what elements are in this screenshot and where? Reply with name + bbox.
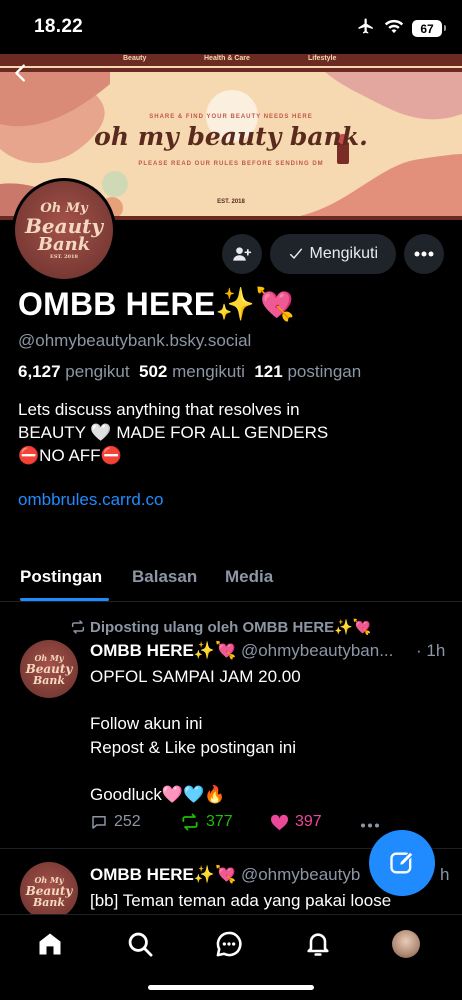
post-author-handle[interactable]: @ohmybeautyb (241, 865, 360, 884)
nav-chat[interactable] (214, 929, 244, 959)
add-user-icon (232, 247, 251, 261)
airplane-icon (356, 17, 376, 40)
tab-media[interactable]: Media (225, 567, 273, 587)
like-count: 397 (295, 813, 322, 830)
avatar-line2: Beauty (25, 661, 73, 676)
home-icon (39, 933, 61, 955)
nav-search[interactable] (125, 929, 155, 959)
active-tab-indicator (20, 598, 109, 601)
following-button[interactable]: Mengikuti (269, 234, 396, 274)
nav-home[interactable] (35, 929, 65, 959)
home-indicator (148, 985, 314, 990)
post-text: OPFOL SAMPAI JAM 20.00 Follow akun ini R… (90, 667, 301, 804)
tab-replies[interactable]: Balasan (132, 567, 197, 587)
repost-label: Diposting ulang oleh OMBB HERE✨💘 (90, 619, 372, 636)
repost-icon (182, 813, 198, 831)
avatar-line2: Beauty (25, 883, 73, 898)
posts-count: 121 (254, 362, 283, 381)
profile-handle[interactable]: @ohmybeautybank.bsky.social (18, 331, 251, 351)
back-button[interactable] (10, 62, 32, 84)
post-header: OMBB HERE✨💘 @ohmybeautyb h (90, 865, 449, 885)
avatar-line4: EST. 2018 (50, 253, 78, 260)
post-actions: 252 377 397 (90, 813, 390, 837)
bio-line: BEAUTY 🤍 MADE FOR ALL GENDERS (18, 423, 329, 442)
repost-count: 377 (206, 813, 233, 830)
more-icon (361, 823, 379, 828)
feed-post[interactable]: Diposting ulang oleh OMBB HERE✨💘 Oh My B… (0, 618, 462, 848)
post-time: h (440, 865, 450, 884)
profile-name: OMBB HERE✨💘 (18, 286, 296, 322)
profile-stats: 6,127 pengikut 502 mengikuti 121 posting… (18, 362, 361, 382)
post-author-name[interactable]: OMBB HERE✨💘 (90, 641, 236, 660)
like-icon (270, 814, 289, 830)
repost-icon (71, 620, 85, 634)
wifi-icon (384, 18, 404, 39)
back-icon (15, 64, 25, 82)
following-count: 502 (139, 362, 168, 381)
repost-indicator[interactable]: Diposting ulang oleh OMBB HERE✨💘 (70, 618, 372, 636)
post-author-avatar[interactable]: Oh My Beauty Bank (20, 862, 78, 914)
battery-icon: 67 (412, 20, 446, 37)
following-stat-label: mengikuti (172, 362, 245, 381)
posts-stat: 121 postingan (254, 362, 361, 381)
reply-icon (92, 816, 106, 829)
avatar-line3: Bank (32, 895, 66, 909)
following-stat[interactable]: 502 mengikuti (139, 362, 245, 381)
like-button[interactable]: 397 (270, 813, 322, 831)
profile-actions: Mengikuti (221, 234, 444, 274)
bio-line: ⛔NO AFF⛔ (18, 446, 122, 465)
profile-avatar[interactable]: Oh My Beauty Bank EST. 2018 (12, 178, 116, 282)
nav-notifications[interactable] (303, 929, 333, 959)
post-author-name[interactable]: OMBB HERE✨💘 (90, 865, 236, 884)
tab-posts[interactable]: Postingan (20, 567, 102, 587)
check-icon (289, 248, 302, 259)
add-user-button[interactable] (221, 234, 262, 274)
bell-icon (307, 933, 329, 956)
post-time: · 1h (416, 641, 446, 660)
more-icon (414, 251, 434, 257)
avatar-line1: Oh My (34, 874, 64, 885)
post-more-button[interactable] (360, 823, 380, 828)
banner-title: oh my beauty bank. (94, 122, 368, 151)
followers-count: 6,127 (18, 362, 61, 381)
nav-profile[interactable] (391, 929, 421, 959)
reply-button[interactable]: 252 (90, 813, 141, 831)
avatar-line3: Bank (37, 233, 91, 255)
profile-link[interactable]: ombbrules.carrd.co (18, 490, 164, 510)
avatar-line1: Oh My (34, 652, 64, 663)
followers-label: pengikut (65, 362, 130, 381)
avatar-line3: Bank (32, 673, 66, 687)
status-bar: 18.22 67 (0, 0, 462, 54)
profile-tabs: Postingan Balasan Media (0, 560, 462, 602)
compose-icon (390, 851, 414, 874)
posts-label: postingan (287, 362, 362, 381)
banner-nav: Beauty Health & Care Lifestyle (0, 54, 462, 66)
banner-nav-lifestyle: Lifestyle (308, 55, 337, 62)
banner-stripe (0, 68, 462, 72)
post-author-avatar[interactable]: Oh My Beauty Bank (20, 640, 78, 698)
post-author-handle[interactable]: @ohmybeautyban... (241, 641, 393, 660)
status-icons: 67 (356, 17, 446, 40)
banner-tagline: SHARE & FIND YOUR BEAUTY NEEDS HERE (149, 114, 313, 120)
followers-stat[interactable]: 6,127 pengikut (18, 362, 130, 381)
repost-button[interactable]: 377 (180, 813, 233, 831)
more-options-button[interactable] (404, 234, 444, 274)
status-time: 18.22 (34, 16, 84, 37)
banner-subtitle: PLEASE READ OUR RULES BEFORE SENDING DM (138, 161, 324, 167)
profile-bio: Lets discuss anything that resolves in B… (18, 398, 328, 467)
avatar-line2: Beauty (25, 213, 103, 238)
chat-icon (216, 931, 242, 957)
banner-nav-beauty: Beauty (123, 55, 147, 62)
post-header: OMBB HERE✨💘 @ohmybeautyban... · 1h (90, 641, 445, 661)
reply-count: 252 (114, 813, 141, 830)
following-label: Mengikuti (309, 245, 378, 262)
battery-level: 67 (420, 21, 434, 36)
search-icon (128, 932, 153, 957)
user-avatar (392, 930, 420, 958)
compose-button[interactable] (369, 830, 435, 896)
banner-nav-health: Health & Care (204, 55, 250, 62)
bio-line: Lets discuss anything that resolves in (18, 400, 300, 419)
profile-avatar-logo: Oh My Beauty Bank EST. 2018 (15, 181, 113, 279)
